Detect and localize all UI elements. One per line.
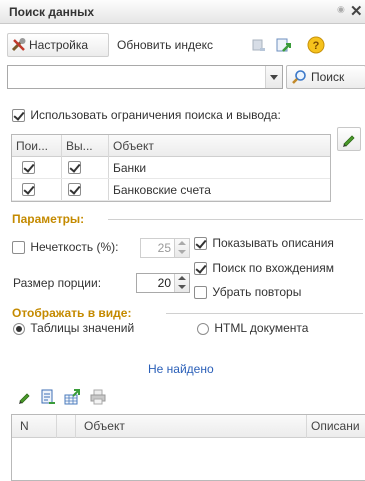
fuzziness-checkbox[interactable] — [12, 241, 25, 255]
object-cell: Банковские счета — [113, 183, 211, 197]
results-table: N Объект Описани — [11, 414, 365, 481]
use-restrictions-checkbox[interactable] — [12, 109, 25, 123]
settings-button[interactable]: Настройка — [7, 33, 109, 57]
html-radio-label: HTML документа — [214, 321, 309, 335]
close-icon[interactable]: ✕ — [350, 2, 363, 20]
portion-value: 20 — [157, 276, 171, 290]
column-divider — [75, 415, 76, 438]
show-descriptions-checkbox[interactable] — [194, 237, 207, 251]
search-checkbox[interactable] — [22, 183, 35, 196]
portion-label: Размер порции: — [13, 276, 102, 290]
search-occurrences-checkbox[interactable] — [194, 262, 207, 276]
column-number[interactable]: N — [20, 419, 29, 433]
search-occurrences-label: Поиск по вхождениям — [212, 261, 334, 275]
search-button[interactable]: Поиск — [286, 65, 365, 89]
column-object[interactable]: Объект — [84, 419, 125, 433]
search-button-label: Поиск — [311, 70, 345, 84]
table-export-icon[interactable] — [64, 389, 80, 405]
stepper-arrows-icon[interactable] — [174, 274, 189, 292]
window-titlebar: Поиск данных ◉ ✕ — [0, 0, 365, 24]
export-document-icon[interactable] — [40, 389, 56, 405]
fuzziness-option[interactable]: Нечеткость (%): — [12, 240, 119, 255]
section-divider — [166, 313, 363, 314]
restrictions-table-header: Пои... Вы... Объект — [12, 135, 330, 157]
fuzziness-label: Нечеткость (%): — [30, 240, 119, 254]
column-search[interactable]: Пои... — [16, 139, 48, 153]
tools-icon — [11, 37, 27, 53]
fuzziness-value: 25 — [157, 241, 171, 255]
magnifier-icon — [291, 69, 307, 85]
search-occurrences-option[interactable]: Поиск по вхождениям — [194, 261, 334, 276]
use-restrictions-option[interactable]: Использовать ограничения поиска и вывода… — [12, 108, 281, 123]
help-icon[interactable]: ? — [307, 36, 325, 54]
use-restrictions-label: Использовать ограничения поиска и вывода… — [30, 108, 281, 122]
tables-radio-label: Таблицы значений — [30, 321, 135, 335]
object-cell: Банки — [113, 161, 147, 175]
stepper-arrows-icon[interactable] — [174, 239, 189, 257]
column-divider — [56, 415, 57, 438]
remove-duplicates-checkbox[interactable] — [194, 286, 207, 300]
column-description[interactable]: Описани — [311, 419, 360, 433]
output-checkbox[interactable] — [68, 183, 81, 196]
update-index-button[interactable]: Обновить индекс — [114, 33, 216, 57]
settings-label: Настройка — [29, 38, 89, 52]
table-row[interactable]: Банки — [12, 157, 330, 179]
column-divider — [306, 415, 307, 438]
pencil-icon[interactable] — [17, 389, 33, 405]
display-option-html[interactable]: HTML документа — [197, 321, 308, 335]
remove-duplicates-option[interactable]: Убрать повторы — [194, 285, 302, 300]
index-status-icon[interactable] — [251, 37, 267, 53]
remove-duplicates-label: Убрать повторы — [212, 285, 302, 299]
index-export-icon[interactable] — [275, 37, 291, 53]
output-checkbox[interactable] — [68, 161, 81, 174]
display-option-tables[interactable]: Таблицы значений — [13, 321, 134, 335]
pencil-icon — [343, 135, 355, 147]
search-input[interactable] — [7, 65, 283, 89]
portion-stepper[interactable]: 20 — [136, 273, 190, 293]
search-status: Не найдено — [148, 362, 214, 376]
edit-restrictions-button[interactable] — [337, 127, 361, 151]
parameters-title: Параметры: — [12, 212, 85, 226]
section-divider — [108, 219, 363, 220]
restrictions-table: Пои... Вы... Объект Банки Банковские сче… — [11, 134, 331, 202]
window-title: Поиск данных — [9, 5, 95, 19]
html-radio[interactable] — [197, 322, 209, 335]
pin-icon[interactable]: ◉ — [337, 4, 345, 15]
search-checkbox[interactable] — [22, 161, 35, 174]
column-object[interactable]: Объект — [113, 139, 154, 153]
svg-text:?: ? — [313, 40, 320, 52]
column-output[interactable]: Вы... — [66, 139, 93, 153]
toolbar: Настройка Обновить индекс ? — [7, 33, 365, 59]
results-table-header: N Объект Описани — [12, 415, 365, 438]
print-icon[interactable] — [90, 389, 106, 405]
display-title: Отображать в виде: — [12, 306, 132, 320]
show-descriptions-label: Показывать описания — [212, 236, 334, 250]
table-row[interactable]: Банковские счета — [12, 179, 330, 201]
show-descriptions-option[interactable]: Показывать описания — [194, 236, 334, 251]
update-index-label: Обновить индекс — [117, 38, 214, 52]
tables-radio[interactable] — [13, 322, 25, 335]
chevron-down-icon[interactable] — [265, 66, 282, 88]
fuzziness-stepper[interactable]: 25 — [140, 238, 190, 258]
